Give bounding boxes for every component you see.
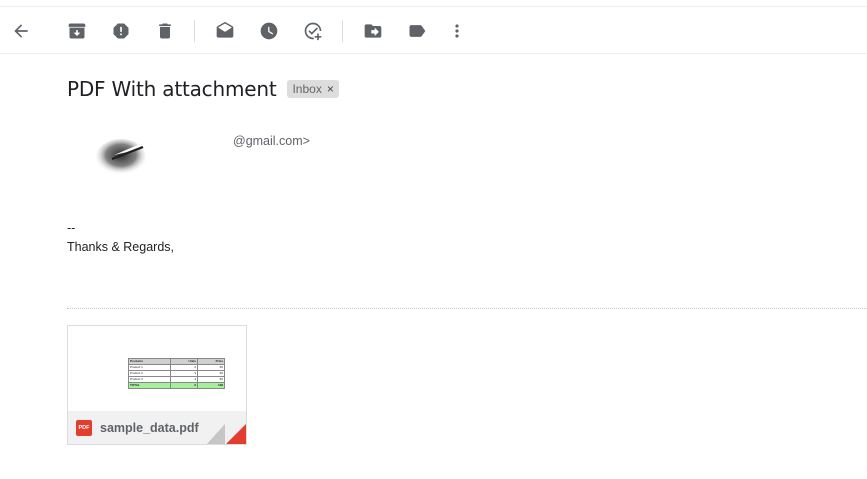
email-subject: PDF With attachment bbox=[67, 77, 277, 101]
archive-icon bbox=[68, 23, 86, 39]
preview-cell: TOTAL bbox=[128, 382, 171, 389]
report-spam-icon bbox=[113, 23, 129, 39]
labels-icon bbox=[409, 25, 426, 37]
attachments-divider bbox=[67, 308, 867, 309]
mark-as-unread-icon bbox=[216, 21, 234, 38]
move-to-icon bbox=[364, 24, 382, 38]
toolbar-separator bbox=[342, 20, 343, 42]
toolbar-separator bbox=[194, 20, 195, 42]
subject-row: PDF With attachment Inbox × bbox=[67, 75, 339, 103]
back-button[interactable] bbox=[7, 17, 35, 45]
labels-button[interactable] bbox=[403, 17, 431, 45]
signature-separator: -- bbox=[67, 221, 76, 235]
add-to-tasks-icon bbox=[304, 22, 322, 41]
move-to-button[interactable] bbox=[359, 17, 387, 45]
inbox-label-chip[interactable]: Inbox × bbox=[287, 80, 339, 98]
delete-icon bbox=[159, 23, 171, 39]
sender-avatar bbox=[96, 139, 146, 175]
preview-cell: 9 bbox=[169, 382, 199, 389]
preview-table: Products Units Price Product 1 2 66 Prod… bbox=[128, 358, 225, 389]
email-body: -- Thanks & Regards, bbox=[67, 219, 174, 257]
preview-cell: 198 bbox=[197, 382, 225, 389]
mark-as-unread-button[interactable] bbox=[211, 17, 239, 45]
pdf-icon: PDF bbox=[76, 420, 92, 436]
label-chip-text: Inbox bbox=[292, 82, 322, 96]
preview-table-total: TOTAL 9 198 bbox=[128, 382, 225, 389]
back-icon bbox=[14, 24, 28, 38]
snooze-icon bbox=[260, 22, 278, 40]
signature-line: Thanks & Regards, bbox=[67, 240, 174, 254]
attachment-footer: PDF sample_data.pdf bbox=[68, 411, 246, 444]
more-options-icon bbox=[455, 24, 459, 38]
delete-button[interactable] bbox=[151, 17, 179, 45]
archive-button[interactable] bbox=[63, 17, 91, 45]
top-rule bbox=[0, 6, 867, 7]
attachment-preview: Products Units Price Product 1 2 66 Prod… bbox=[68, 326, 246, 412]
sender-email: @gmail.com> bbox=[233, 134, 310, 148]
message-toolbar bbox=[0, 8, 867, 54]
attachment-file-name: sample_data.pdf bbox=[100, 421, 199, 435]
snooze-button[interactable] bbox=[255, 17, 283, 45]
report-spam-button[interactable] bbox=[107, 17, 135, 45]
attachment-card[interactable]: Products Units Price Product 1 2 66 Prod… bbox=[67, 325, 247, 445]
page-fold-icon bbox=[206, 424, 246, 444]
remove-label-icon[interactable]: × bbox=[327, 82, 334, 96]
more-options-button[interactable] bbox=[443, 17, 471, 45]
add-to-tasks-button[interactable] bbox=[299, 17, 327, 45]
